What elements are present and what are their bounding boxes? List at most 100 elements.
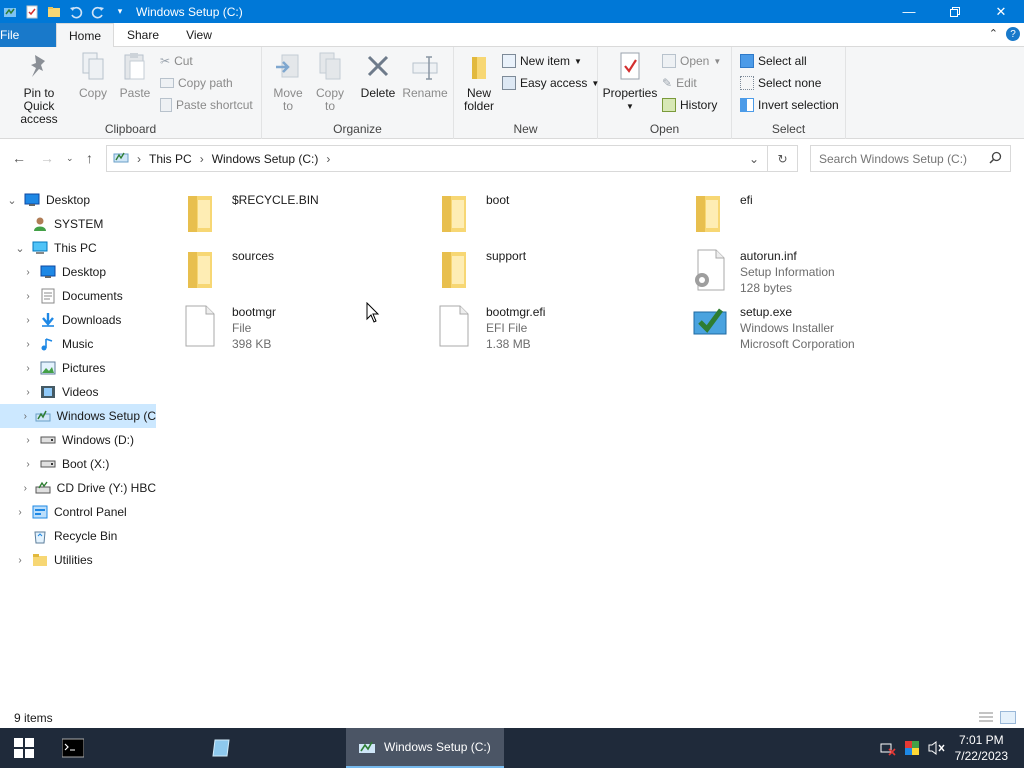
expand-chevron-icon[interactable]: › — [22, 291, 34, 302]
expand-chevron-icon[interactable]: › — [22, 315, 34, 326]
explorer-app-icon[interactable] — [2, 4, 18, 20]
color-display-icon[interactable] — [904, 740, 920, 759]
expand-chevron-icon[interactable]: › — [14, 555, 26, 566]
large-icons-view-icon[interactable] — [1000, 711, 1016, 724]
file-item-boot[interactable]: boot — [438, 192, 688, 246]
customize-quick-access-icon[interactable]: ▾ — [112, 4, 128, 20]
nav-item-music[interactable]: › Music — [0, 332, 156, 356]
taskbar-explorer-window[interactable]: Windows Setup (C:) — [346, 728, 504, 768]
nav-item-system[interactable]: SYSTEM — [0, 212, 156, 236]
tab-share[interactable]: Share — [120, 23, 166, 47]
copy-to-button[interactable]: Copy to — [310, 51, 350, 113]
expand-chevron-icon[interactable]: › — [22, 387, 34, 398]
nav-item-control-panel[interactable]: › Control Panel — [0, 500, 156, 524]
new-item-button[interactable]: New item ▼ — [502, 51, 582, 71]
file-item-bootmgr[interactable]: bootmgr File 398 KB — [184, 304, 434, 358]
copy-path-button[interactable]: Copy path — [160, 73, 233, 93]
paste-shortcut-button[interactable]: Paste shortcut — [160, 95, 253, 115]
file-item-autorun-inf[interactable]: autorun.inf Setup Information 128 bytes — [692, 248, 942, 302]
nav-item-cd-drive-y-hbc[interactable]: › CD Drive (Y:) HBC — [0, 476, 156, 500]
rename-button[interactable]: Rename — [402, 51, 448, 100]
back-arrow-icon[interactable]: ← — [12, 150, 26, 166]
expand-chevron-icon[interactable]: › — [22, 459, 34, 470]
redo-icon[interactable] — [90, 4, 106, 20]
new-folder-button[interactable]: New folder — [458, 51, 500, 113]
nav-item-recycle-bin[interactable]: Recycle Bin — [0, 524, 156, 548]
breadcrumb-separator-icon[interactable]: › — [326, 152, 330, 166]
system-clock[interactable]: 7:01 PM 7/22/2023 — [955, 732, 1008, 764]
expand-chevron-icon[interactable]: › — [22, 435, 34, 446]
new-folder-quick-icon[interactable] — [46, 4, 62, 20]
nav-item-pictures[interactable]: › Pictures — [0, 356, 156, 380]
minimize-button[interactable]: — — [886, 0, 932, 23]
invert-selection-button[interactable]: Invert selection — [740, 95, 839, 115]
help-icon[interactable]: ? — [1006, 27, 1020, 41]
select-none-button[interactable]: Select none — [740, 73, 821, 93]
refresh-button[interactable]: ↻ — [768, 145, 798, 172]
address-dropdown-icon[interactable]: ⌄ — [749, 152, 759, 166]
up-arrow-icon[interactable]: ↑ — [86, 150, 93, 166]
open-button[interactable]: Open ▼ — [662, 51, 721, 71]
nav-item-videos[interactable]: › Videos — [0, 380, 156, 404]
command-prompt-icon[interactable] — [61, 738, 85, 761]
maximize-button[interactable] — [932, 0, 978, 23]
history-button[interactable]: History — [662, 95, 717, 115]
expand-chevron-icon[interactable]: › — [22, 339, 34, 350]
paste-button[interactable]: Paste — [114, 51, 156, 100]
title-bar: ▾ Windows Setup (C:) — ✕ — [0, 0, 1024, 23]
file-item-support[interactable]: support — [438, 248, 688, 302]
undo-icon[interactable] — [68, 4, 84, 20]
collapse-chevron-icon[interactable]: ⌄ — [14, 242, 26, 255]
forward-arrow-icon[interactable]: → — [40, 150, 54, 166]
expand-chevron-icon[interactable]: › — [14, 507, 26, 518]
collapse-ribbon-icon[interactable]: ⌃ — [989, 27, 998, 41]
edit-button[interactable]: ✎ Edit — [662, 73, 697, 93]
nav-item-this-pc[interactable]: ⌄ This PC — [0, 236, 156, 260]
volume-muted-icon[interactable] — [928, 740, 946, 759]
select-all-button[interactable]: Select all — [740, 51, 807, 71]
file-item-efi[interactable]: efi — [692, 192, 942, 246]
expand-chevron-icon[interactable]: › — [22, 483, 29, 494]
address-bar[interactable]: › This PC › Windows Setup (C:) › ⌄ — [106, 145, 768, 172]
pin-quick-access-button[interactable]: Pin to Quick access — [4, 51, 74, 126]
nav-item-utilities[interactable]: › Utilities — [0, 548, 156, 572]
expand-chevron-icon[interactable]: › — [22, 411, 29, 422]
easy-access-button[interactable]: Easy access ▼ — [502, 73, 599, 93]
breadcrumb-windows-setup[interactable]: Windows Setup (C:) — [212, 152, 319, 166]
tab-home[interactable]: Home — [56, 23, 114, 48]
search-box[interactable] — [810, 145, 1011, 172]
notepad-tablet-icon[interactable] — [210, 737, 232, 762]
collapse-chevron-icon[interactable]: ⌄ — [6, 194, 18, 207]
nav-item-desktop[interactable]: ⌄ Desktop — [0, 188, 156, 212]
select-group: Select all Select none Invert selection … — [732, 47, 846, 139]
paste-icon — [124, 53, 145, 80]
properties-quick-icon[interactable] — [24, 4, 40, 20]
nav-item-windows-d[interactable]: › Windows (D:) — [0, 428, 156, 452]
search-input[interactable] — [819, 151, 984, 166]
file-item-setup-exe[interactable]: setup.exe Windows Installer Microsoft Corp… — [692, 304, 942, 358]
breadcrumb-separator-icon[interactable]: › — [200, 152, 204, 166]
file-item-sources[interactable]: sources — [184, 248, 434, 302]
nav-item-downloads[interactable]: › Downloads — [0, 308, 156, 332]
file-item-bootmgr-efi[interactable]: bootmgr.efi EFI File 1.38 MB — [438, 304, 688, 358]
move-to-button[interactable]: Move to — [268, 51, 308, 113]
recent-locations-chevron-icon[interactable]: ⌄ — [66, 153, 74, 164]
expand-chevron-icon[interactable]: › — [22, 267, 34, 278]
breadcrumb-this-pc[interactable]: This PC — [149, 152, 192, 166]
properties-button[interactable]: Properties ▼ — [602, 51, 658, 113]
nav-item-documents[interactable]: › Documents — [0, 284, 156, 308]
network-disconnected-icon[interactable] — [880, 740, 896, 759]
file-item-recycle-bin[interactable]: $RECYCLE.BIN — [184, 192, 434, 246]
delete-button[interactable]: Delete — [356, 51, 400, 100]
breadcrumb-separator-icon[interactable]: › — [137, 152, 141, 166]
details-view-icon[interactable] — [978, 711, 994, 726]
tab-view[interactable]: View — [176, 23, 222, 47]
nav-item-desktop[interactable]: › Desktop — [0, 260, 156, 284]
nav-item-boot-x[interactable]: › Boot (X:) — [0, 452, 156, 476]
expand-chevron-icon[interactable]: › — [22, 363, 34, 374]
cut-button[interactable]: ✂ Cut — [160, 51, 193, 71]
close-button[interactable]: ✕ — [978, 0, 1024, 23]
nav-item-windows-setup-c[interactable]: › Windows Setup (C — [0, 404, 156, 428]
start-windows-icon[interactable] — [14, 738, 34, 761]
copy-button[interactable]: Copy — [74, 51, 112, 100]
